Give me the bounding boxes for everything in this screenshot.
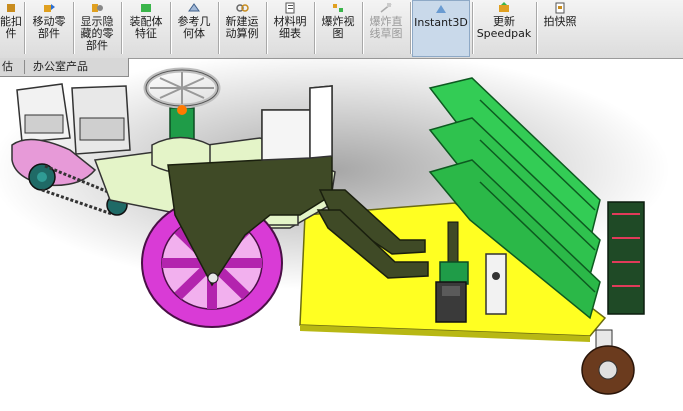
- plate-bracket: [439, 261, 469, 285]
- frame-post: [309, 85, 333, 159]
- vertical-cylinder: [485, 253, 507, 315]
- assembly-model: [0, 50, 670, 395]
- steering-hub: [177, 105, 187, 115]
- cylinder-pin: [492, 272, 500, 280]
- engine-cover: [24, 114, 64, 134]
- engine-cover-2: [79, 117, 125, 141]
- motor-cap: [442, 286, 460, 296]
- graphics-area[interactable]: [0, 50, 683, 411]
- frame-upright: [261, 109, 311, 161]
- tray-roller-right: [607, 201, 645, 315]
- drive-pulley-hub: [37, 172, 47, 182]
- axle-pin: [207, 272, 219, 284]
- rear-caster-hub: [598, 360, 618, 380]
- plate-pillar: [447, 221, 459, 267]
